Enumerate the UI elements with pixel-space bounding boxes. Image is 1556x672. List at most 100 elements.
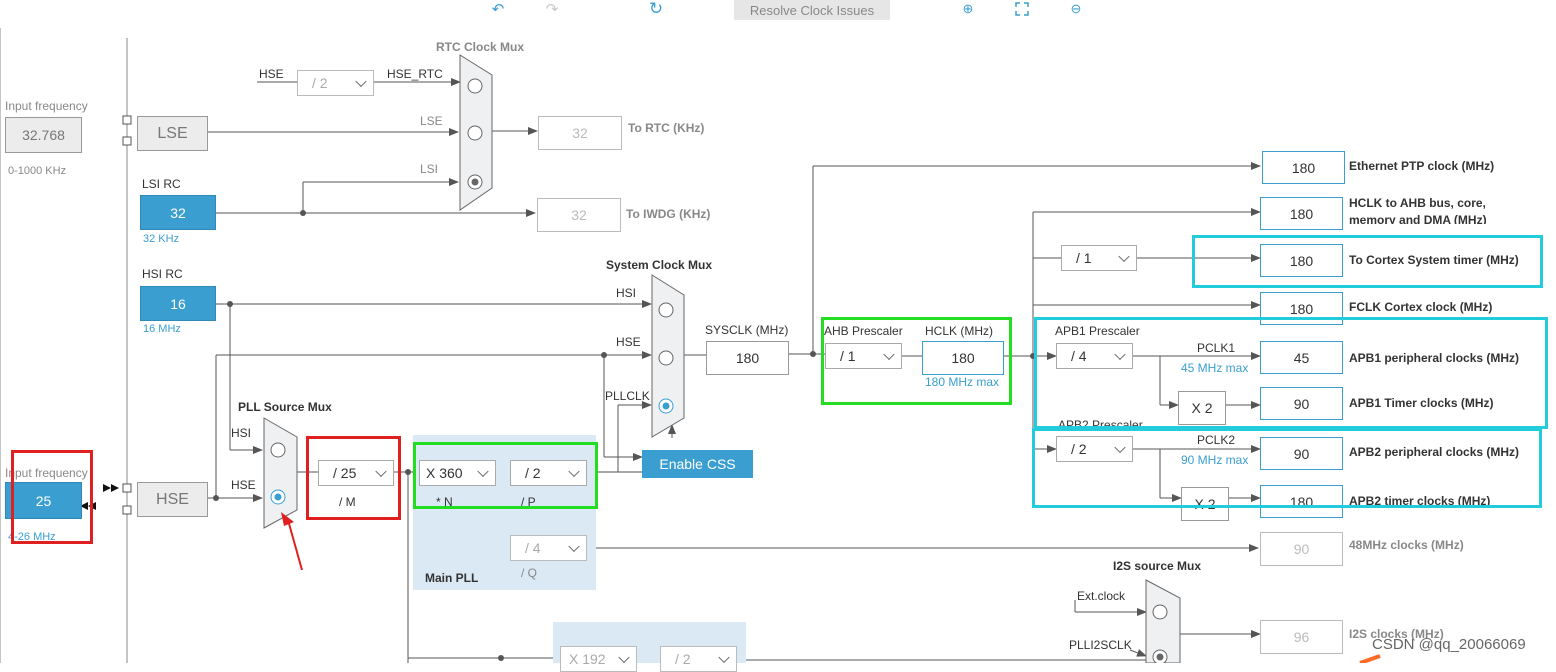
hsi-freq: 16 MHz <box>143 323 181 335</box>
refresh-icon[interactable]: ↻ <box>646 0 666 18</box>
hclk-ahb-value[interactable]: 180 <box>1260 197 1343 230</box>
i2s-source-mux-title: I2S source Mux <box>1113 559 1202 573</box>
resolve-clock-issues-button[interactable]: Resolve Clock Issues <box>734 0 890 20</box>
hsi-block: 16 <box>140 286 216 321</box>
pll-q-label: / Q <box>521 566 538 580</box>
ahb-prescaler[interactable]: / 1 <box>825 343 902 369</box>
apb1-peripheral-label: APB1 peripheral clocks (MHz) <box>1349 351 1520 365</box>
hse-input-field[interactable]: 25 <box>5 482 82 519</box>
pll-m-divider[interactable]: / 25 <box>318 460 394 486</box>
main-pll-region <box>413 435 596 590</box>
apb2-timer-label: APB2 timer clocks (MHz) <box>1349 494 1491 508</box>
pclk2-max: 90 MHz max <box>1181 453 1249 467</box>
lse-block: LSE <box>137 116 208 151</box>
pll-m-value: / 25 <box>333 465 357 481</box>
cortex-timer-label: To Cortex System timer (MHz) <box>1349 253 1519 267</box>
apb1-prescaler[interactable]: / 4 <box>1056 343 1133 369</box>
pll-hsi-label: HSI <box>231 426 252 440</box>
cortex-timer-divider-value: / 1 <box>1076 250 1092 266</box>
pll-n-label: * N <box>436 495 453 509</box>
cortex-timer-divider[interactable]: / 1 <box>1061 245 1137 271</box>
apb2-peripheral-label: APB2 peripheral clocks (MHz) <box>1349 445 1520 459</box>
i2s-plli2sclk-label: PLLI2SCLK <box>1069 638 1132 652</box>
watermark: CSDN @qq_20066069 <box>1372 636 1526 653</box>
pclk1-max: 45 MHz max <box>1181 361 1249 375</box>
apb1-peripheral-value[interactable]: 45 <box>1260 341 1343 374</box>
usb-48mhz-label: 48MHz clocks (MHz) <box>1349 538 1464 552</box>
apb2-prescaler-label: APB2 Prescaler <box>1058 418 1143 432</box>
plli2s-r-value: / 2 <box>675 651 691 667</box>
to-rtc-label: To RTC (KHz) <box>628 121 705 135</box>
plli2s-n-multiplier[interactable]: X 192 <box>560 646 637 672</box>
usb-48mhz-value[interactable]: 90 <box>1260 532 1343 566</box>
main-pll-label: Main PLL <box>425 571 479 585</box>
lsi-value: 32 <box>140 195 216 230</box>
fit-screen-icon[interactable] <box>1012 0 1032 18</box>
hse-input-label: Input frequency <box>5 466 88 480</box>
i2s-clock-value[interactable]: 96 <box>1260 620 1343 654</box>
apb2-timer-value[interactable]: 180 <box>1260 485 1343 518</box>
apb2-peripheral-value[interactable]: 90 <box>1260 437 1343 470</box>
plli2s-r-divider[interactable]: / 2 <box>660 646 737 672</box>
hclk-value[interactable]: 180 <box>922 341 1004 375</box>
rtc-hse-divider[interactable]: / 2 <box>297 70 374 96</box>
redo-icon[interactable]: ↷ <box>542 0 562 18</box>
sysmux-hse-label: HSE <box>616 335 641 349</box>
pclk2-label: PCLK2 <box>1197 433 1236 447</box>
hse-block: HSE <box>137 482 208 517</box>
sysmux-hsi-label: HSI <box>616 286 637 300</box>
pll-q-value: / 4 <box>525 540 541 556</box>
lsi-title: LSI RC <box>142 177 181 191</box>
ethernet-ptp-label: Ethernet PTP clock (MHz) <box>1349 159 1495 173</box>
zoom-out-icon[interactable]: ⊖ <box>1066 0 1086 18</box>
rtc-hse-rtc-label: HSE_RTC <box>387 67 443 81</box>
lse-range: 0-1000 KHz <box>8 165 67 177</box>
pll-p-value: / 2 <box>525 465 541 481</box>
fclk-value[interactable]: 180 <box>1260 292 1343 325</box>
apb1-timer-label: APB1 Timer clocks (MHz) <box>1349 396 1494 410</box>
pll-p-label: / P <box>521 495 536 509</box>
zoom-in-icon[interactable]: ⊕ <box>958 0 978 18</box>
pll-hse-label: HSE <box>231 478 256 492</box>
pll-n-value: X 360 <box>426 465 463 481</box>
lse-input-label: Input frequency <box>5 99 88 113</box>
ethernet-ptp-value[interactable]: 180 <box>1262 151 1345 184</box>
enable-css-button[interactable]: Enable CSS <box>642 450 753 478</box>
apb1-prescaler-value: / 4 <box>1071 348 1087 364</box>
ahb-prescaler-value: / 1 <box>840 348 856 364</box>
apb2-timer-multiplier: X 2 <box>1181 487 1229 521</box>
apb1-prescaler-label: APB1 Prescaler <box>1055 324 1140 338</box>
lsi-freq: 32 KHz <box>143 233 180 245</box>
to-rtc-value: 32 <box>538 116 622 150</box>
hclk-ahb-label: HCLK to AHB bus, core, memory and DMA (M… <box>1349 196 1487 224</box>
rtc-hse-label: HSE <box>259 67 284 81</box>
pll-q-divider[interactable]: / 4 <box>510 535 587 561</box>
pll-source-mux-title: PLL Source Mux <box>238 400 332 414</box>
system-clock-mux-title: System Clock Mux <box>606 258 713 272</box>
hsi-title: HSI RC <box>142 267 183 281</box>
hclk-label: HCLK (MHz) <box>925 324 993 338</box>
pll-m-label: / M <box>339 495 356 509</box>
rtc-lse-label: LSE <box>420 114 443 128</box>
apb1-timer-multiplier: X 2 <box>1178 391 1226 425</box>
sysclk-label: SYSCLK (MHz) <box>705 323 789 337</box>
ahb-prescaler-label: AHB Prescaler <box>824 324 903 338</box>
hclk-max: 180 MHz max <box>925 375 1000 389</box>
fclk-label: FCLK Cortex clock (MHz) <box>1349 300 1493 314</box>
hse-range: 4-26 MHz <box>8 531 56 543</box>
rtc-mux-title: RTC Clock Mux <box>436 40 525 54</box>
i2s-ext-clock-label: Ext.clock <box>1077 589 1126 603</box>
pll-p-divider[interactable]: / 2 <box>510 460 587 486</box>
pll-n-multiplier[interactable]: X 360 <box>419 460 496 486</box>
pclk1-label: PCLK1 <box>1197 341 1236 355</box>
rtc-lsi-label: LSI <box>420 162 439 176</box>
undo-icon[interactable]: ↶ <box>488 0 508 18</box>
sysclk-value[interactable]: 180 <box>706 341 789 375</box>
to-iwdg-value: 32 <box>537 198 621 232</box>
cortex-timer-value[interactable]: 180 <box>1260 244 1343 277</box>
plli2s-n-value: X 192 <box>569 651 606 667</box>
lse-input-field[interactable]: 32.768 <box>5 117 82 153</box>
apb2-prescaler[interactable]: / 2 <box>1056 436 1133 462</box>
apb1-timer-value[interactable]: 90 <box>1260 387 1343 420</box>
to-iwdg-label: To IWDG (KHz) <box>626 207 711 221</box>
